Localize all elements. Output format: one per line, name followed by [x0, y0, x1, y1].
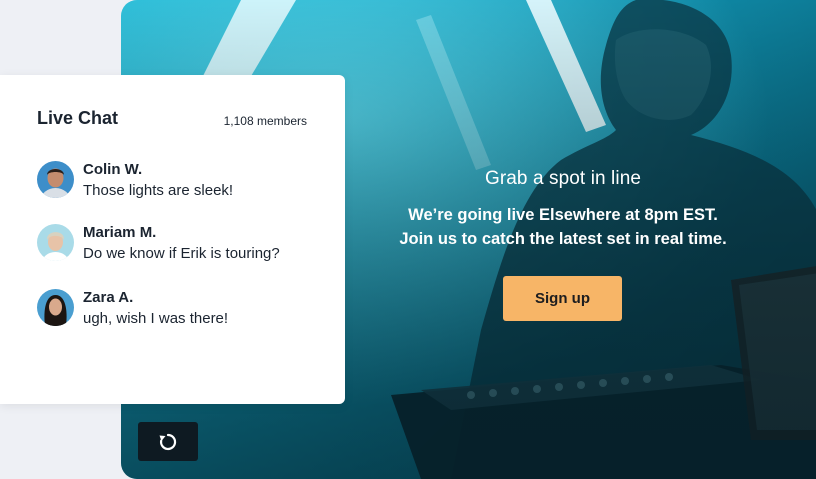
member-count: 1,108 members [223, 114, 307, 128]
signup-button[interactable]: Sign up [503, 276, 622, 321]
chat-message: Colin W. Those lights are sleek! [37, 161, 327, 203]
message-text: Do we know if Erik is touring? [83, 245, 280, 262]
chat-message: Mariam M. Do we know if Erik is touring? [37, 224, 327, 266]
message-author: Mariam M. [83, 224, 157, 241]
replay-button[interactable] [138, 422, 198, 461]
message-text: Those lights are sleek! [83, 182, 234, 199]
chat-title: Live Chat [37, 108, 119, 128]
man-avatar [37, 161, 74, 198]
message-author: Colin W. [83, 161, 143, 178]
page: Grab a spot in line We’re going live Els… [0, 0, 816, 479]
message-text: ugh, wish I was there! [83, 310, 229, 327]
chat-header: Live Chat 1,108 members [37, 108, 307, 130]
woman-short-hair-avatar [37, 224, 74, 261]
replay-icon [159, 433, 177, 451]
message-author: Zara A. [83, 289, 134, 306]
live-chat-card: Live Chat 1,108 members Colin W. Those l… [0, 75, 345, 404]
woman-long-hair-avatar [37, 289, 74, 326]
chat-message: Zara A. ugh, wish I was there! [37, 289, 327, 331]
